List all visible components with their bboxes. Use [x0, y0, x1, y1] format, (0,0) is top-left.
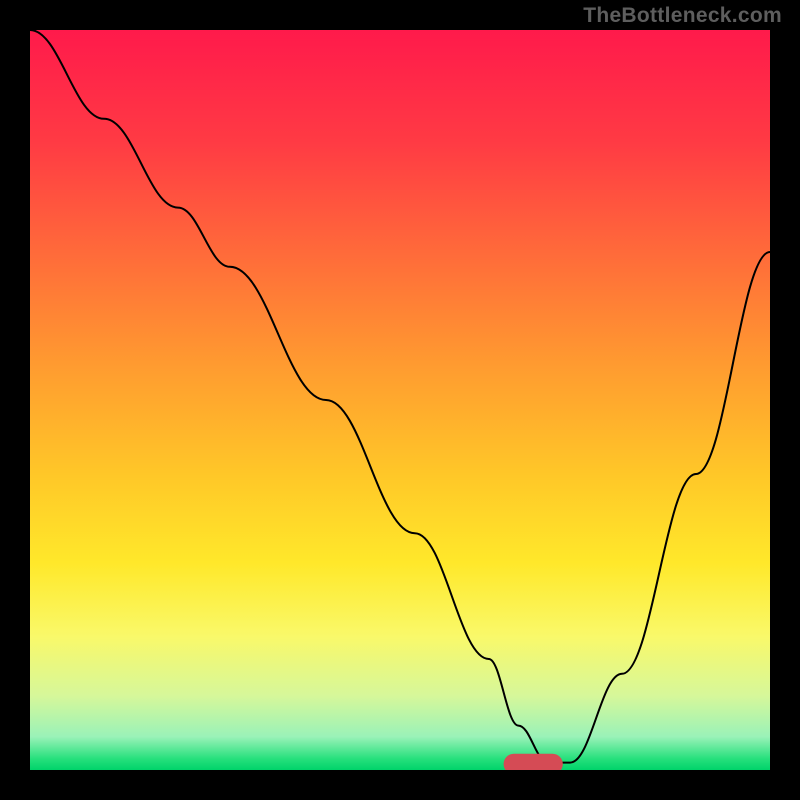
watermark-text: TheBottleneck.com [583, 4, 782, 28]
bottleneck-chart [30, 30, 770, 770]
plot-background [30, 30, 770, 770]
chart-frame: TheBottleneck.com [0, 0, 800, 800]
optimal-range-marker [504, 754, 563, 770]
